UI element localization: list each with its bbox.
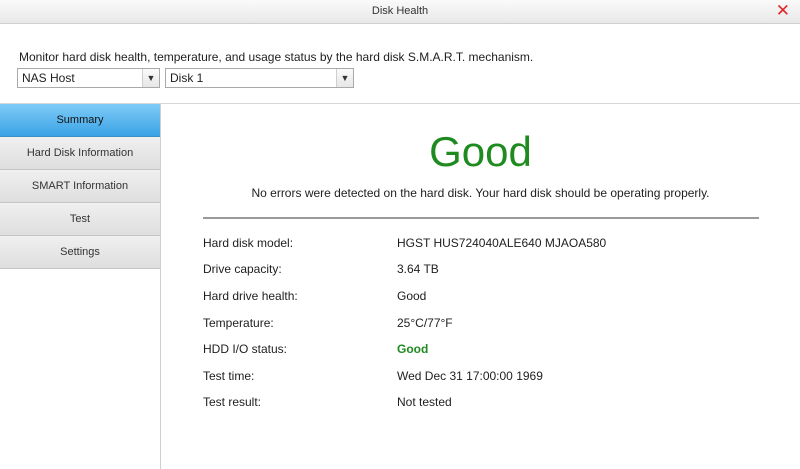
detail-value: 25°C/77°F — [397, 316, 453, 330]
detail-value: HGST HUS724040ALE640 MJAOA580 — [397, 236, 607, 250]
summary-divider — [203, 217, 759, 219]
page-description: Monitor hard disk health, temperature, a… — [19, 50, 534, 64]
detail-value: Good — [397, 289, 427, 303]
detail-value: Good — [397, 342, 429, 356]
host-select[interactable]: NAS Host ▼ — [17, 68, 160, 88]
detail-label: Drive capacity: — [203, 262, 282, 276]
health-status-heading: Good — [429, 128, 532, 175]
sidebar-item-summary[interactable]: Summary — [0, 104, 160, 137]
sidebar: Summary Hard Disk Information SMART Info… — [0, 104, 161, 469]
detail-value: 3.64 TB — [397, 262, 439, 276]
chevron-down-icon[interactable]: ▼ — [142, 69, 159, 87]
detail-label: Test result: — [203, 395, 262, 409]
detail-label: Hard disk model: — [203, 236, 294, 250]
health-status-message: No errors were detected on the hard disk… — [251, 186, 710, 200]
chevron-down-icon[interactable]: ▼ — [336, 69, 353, 87]
disk-select[interactable]: Disk 1 ▼ — [165, 68, 354, 88]
close-icon[interactable]: ✕ — [776, 1, 790, 21]
detail-label: Temperature: — [203, 316, 274, 330]
detail-label: Hard drive health: — [203, 289, 298, 303]
sidebar-item-settings[interactable]: Settings — [0, 236, 160, 269]
window-title: Disk Health — [371, 5, 429, 17]
sidebar-item-smart-information[interactable]: SMART Information — [0, 170, 160, 203]
sidebar-item-hard-disk-information[interactable]: Hard Disk Information — [0, 137, 160, 170]
host-select-value: NAS Host — [22, 71, 75, 85]
detail-value: Not tested — [397, 395, 452, 409]
detail-value: Wed Dec 31 17:00:00 1969 — [397, 369, 543, 383]
sidebar-item-test[interactable]: Test — [0, 203, 160, 236]
detail-label: HDD I/O status: — [203, 342, 288, 356]
disk-select-value: Disk 1 — [170, 71, 204, 85]
title-bar: Disk Health ✕ — [0, 0, 800, 24]
detail-label: Test time: — [203, 369, 255, 383]
